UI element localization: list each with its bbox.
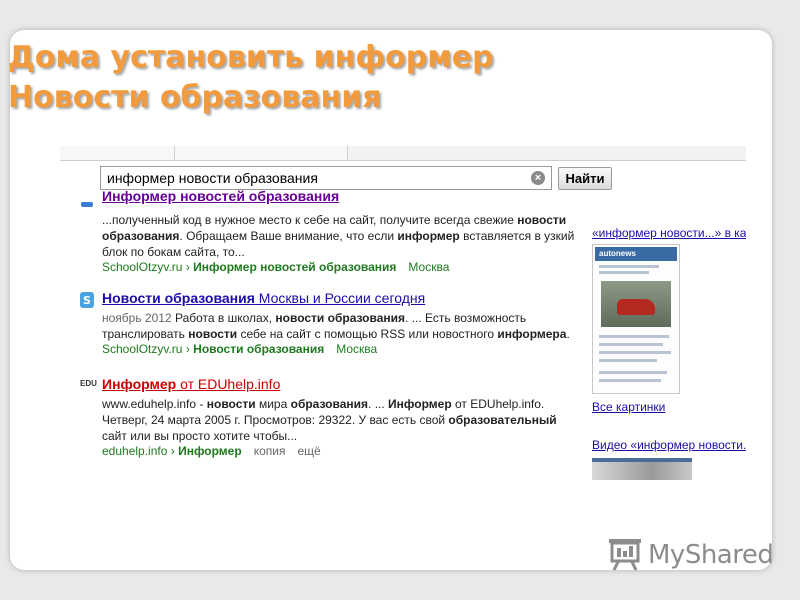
url-separator: › bbox=[185, 342, 190, 356]
result-url-region: Москва bbox=[336, 342, 378, 356]
thumbnail-text-line bbox=[599, 351, 671, 354]
logo-text: MyShared bbox=[648, 540, 774, 570]
result-title-rest: Москвы и России сегодня bbox=[254, 290, 426, 306]
search-input[interactable] bbox=[107, 169, 527, 187]
car-photo-icon bbox=[601, 281, 671, 327]
result-title-bold: Информер новостей образования bbox=[102, 188, 340, 204]
result-snippet: www.eduhelp.info - новости мира образова… bbox=[102, 397, 557, 443]
thumbnail-text-line bbox=[599, 379, 661, 382]
result-url-path: Новости образования bbox=[193, 342, 325, 356]
thumbnail-text-line bbox=[599, 371, 667, 374]
slide-title-line1: Дома установить информер bbox=[8, 40, 494, 75]
images-header-link[interactable]: «информер новости...» в картин bbox=[592, 226, 746, 240]
browser-tab[interactable] bbox=[60, 146, 175, 160]
result-snippet: ...полученный код в нужное место к себе … bbox=[102, 213, 575, 259]
result-title-link[interactable]: Информер от EDUhelp.info bbox=[102, 376, 280, 392]
svg-text:S: S bbox=[83, 294, 91, 307]
search-button[interactable]: Найти bbox=[558, 167, 612, 190]
video-thumbnail[interactable] bbox=[592, 458, 692, 480]
favicon-icon bbox=[80, 195, 94, 209]
result-title-bold: Информер bbox=[102, 376, 177, 392]
thumbnail-text-line bbox=[599, 271, 649, 274]
url-separator: › bbox=[185, 260, 190, 274]
image-thumbnail[interactable]: autonews bbox=[592, 244, 680, 394]
result-url-site: SchoolOtzyv.ru bbox=[102, 260, 183, 274]
result-more-link[interactable]: ещё bbox=[297, 444, 320, 458]
browser-tab-strip bbox=[60, 146, 746, 161]
result-url-site: eduhelp.info bbox=[102, 444, 168, 458]
url-separator: › bbox=[170, 444, 175, 458]
result-url[interactable]: eduhelp.info › Информер копия ещё bbox=[102, 444, 321, 458]
thumbnail-brand: autonews bbox=[599, 249, 636, 258]
search-box: × bbox=[100, 166, 552, 190]
thumbnail-text-line bbox=[599, 343, 663, 346]
clear-icon[interactable]: × bbox=[531, 171, 545, 185]
result-title-rest: от EDUhelp.info bbox=[176, 376, 281, 392]
result-url-path: Информер bbox=[178, 444, 242, 458]
result-url[interactable]: SchoolOtzyv.ru › Информер новостей образ… bbox=[102, 260, 449, 274]
result-title-link[interactable]: Новости образования Москвы и России сего… bbox=[102, 290, 425, 306]
browser-screenshot: × Найти Информер новостей образования ..… bbox=[60, 146, 746, 480]
thumbnail-header: autonews bbox=[595, 247, 677, 261]
result-copy-link[interactable]: копия bbox=[254, 444, 286, 458]
result-url-site: SchoolOtzyv.ru bbox=[102, 342, 183, 356]
result-title-bold: Новости образования bbox=[102, 290, 255, 306]
favicon-icon: EDU bbox=[80, 379, 97, 388]
favicon-icon: S bbox=[80, 292, 94, 308]
slide-title-line2: Новости образования bbox=[8, 80, 382, 115]
thumbnail-text-line bbox=[599, 335, 669, 338]
video-header-link[interactable]: Видео «информер новости...» bbox=[592, 438, 746, 452]
result-snippet: ноябрь 2012 Работа в школах, новости обр… bbox=[102, 311, 570, 341]
result-title-link[interactable]: Информер новостей образования bbox=[102, 188, 339, 204]
thumbnail-text-line bbox=[599, 359, 657, 362]
result-url-path: Информер новостей образования bbox=[193, 260, 397, 274]
slide-title: Дома установить информер Новости образов… bbox=[8, 38, 494, 118]
thumbnail-text-line bbox=[599, 265, 659, 268]
myshared-logo: MyShared bbox=[606, 537, 774, 573]
all-images-link[interactable]: Все картинки bbox=[592, 400, 665, 414]
result-url[interactable]: SchoolOtzyv.ru › Новости образования Моск… bbox=[102, 342, 377, 356]
presentation-board-icon bbox=[609, 539, 641, 571]
result-url-region: Москва bbox=[408, 260, 450, 274]
browser-tab[interactable] bbox=[175, 146, 348, 160]
